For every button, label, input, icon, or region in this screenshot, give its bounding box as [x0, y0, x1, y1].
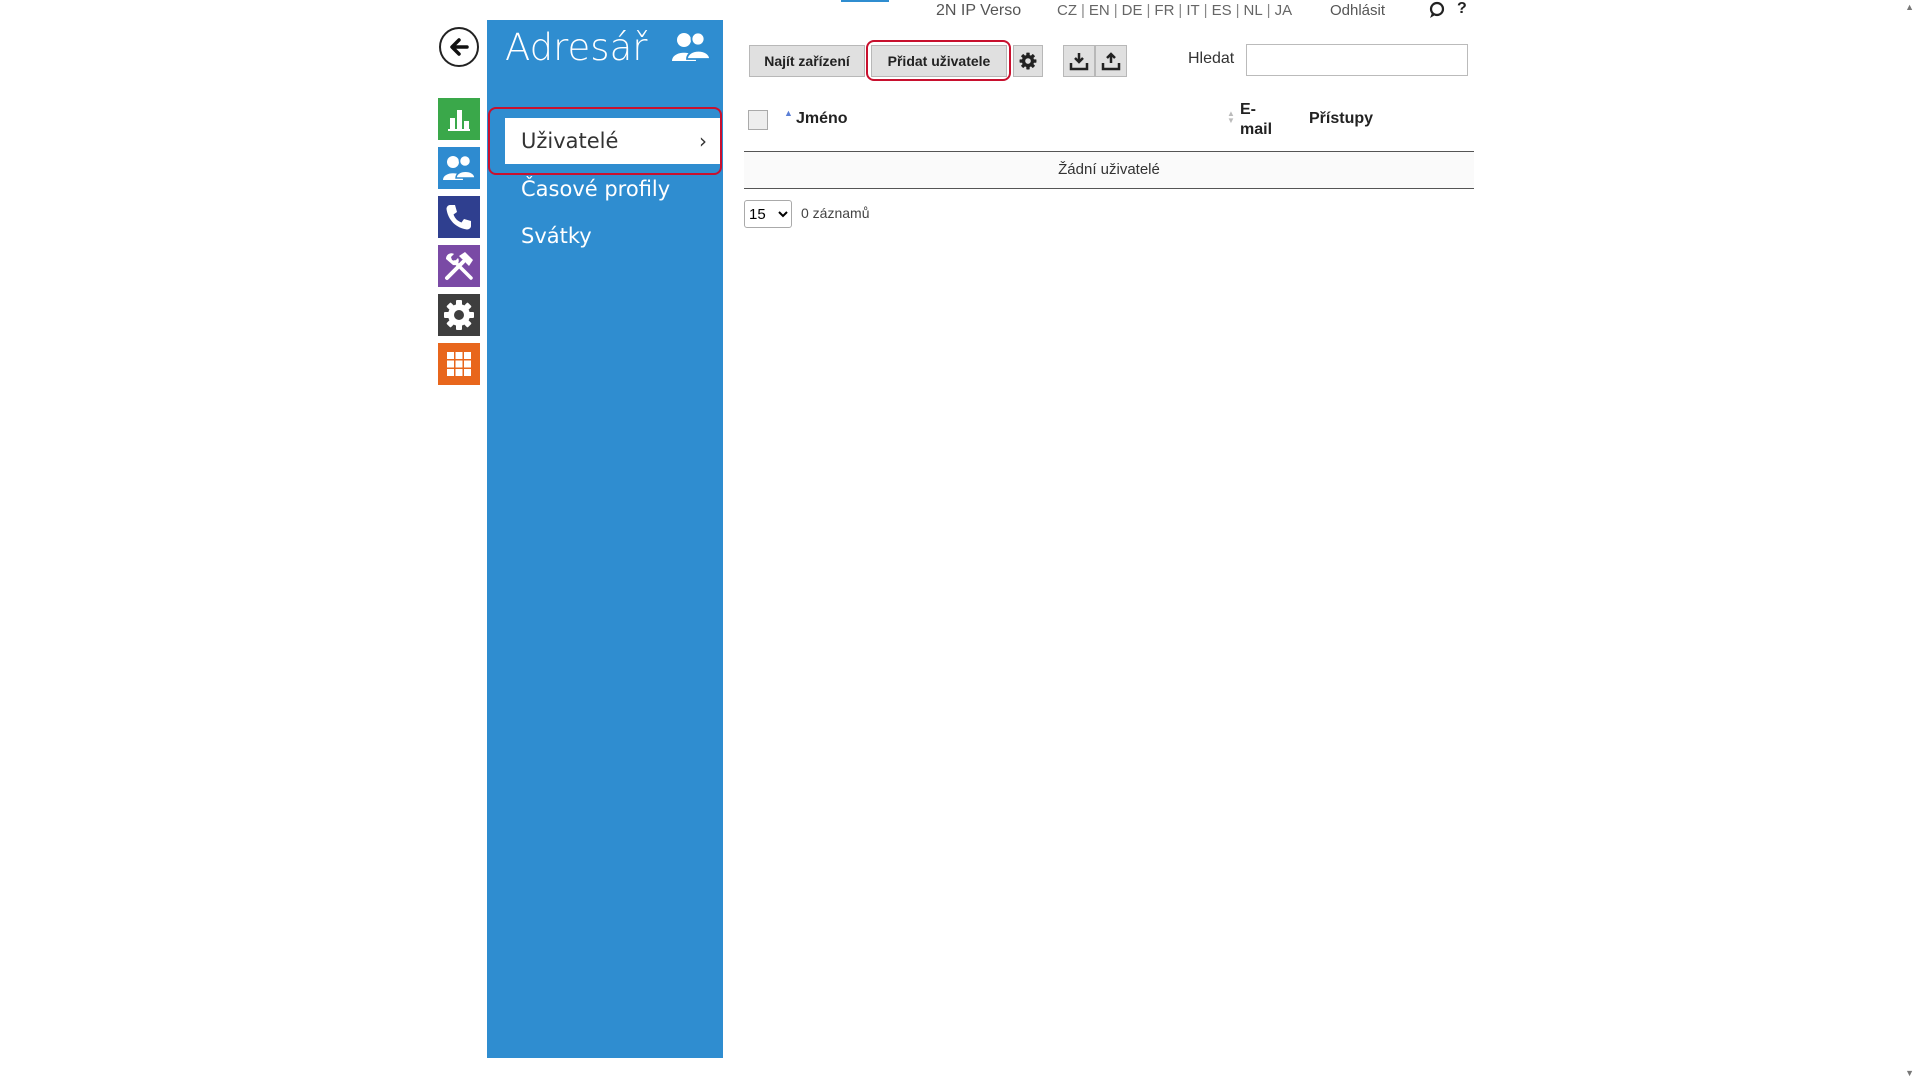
gear-icon [444, 300, 474, 330]
rail-directory-tile[interactable] [438, 147, 480, 189]
lang-separator: | [1113, 2, 1118, 19]
lang-separator: | [1266, 2, 1271, 19]
device-name: 2N IP Verso [936, 2, 1022, 19]
lang-fr[interactable]: FR [1154, 2, 1174, 19]
nav-item-time-profiles[interactable]: Časové profily [505, 166, 721, 212]
search-input[interactable] [1246, 44, 1468, 76]
lang-nl[interactable]: NL [1243, 2, 1262, 19]
download-button[interactable] [1063, 45, 1095, 77]
lang-cz[interactable]: CZ [1057, 2, 1077, 19]
chevron-right-icon: › [699, 129, 707, 153]
page-title: Adresář [505, 26, 648, 69]
column-header-email[interactable]: E-mail [1240, 100, 1280, 140]
lang-ja[interactable]: JA [1275, 2, 1293, 19]
page-size-select[interactable]: 15 [744, 200, 792, 228]
scroll-up-arrow[interactable]: ▲ [1905, 2, 1914, 12]
bar-chart-icon [448, 110, 470, 131]
phone-icon [446, 205, 471, 230]
lang-it[interactable]: IT [1186, 2, 1199, 19]
column-header-access: Přístupy [1309, 110, 1374, 127]
directory-nav-panel: Adresář Uživatelé › Časové profily Svátk… [487, 20, 723, 1058]
column-header-name[interactable]: Jméno [796, 110, 848, 128]
lang-es[interactable]: ES [1212, 2, 1232, 19]
language-switcher: CZ | EN | DE | FR | IT | ES | NL | JA [1057, 2, 1292, 19]
nav-item-holidays[interactable]: Svátky [505, 213, 721, 259]
sort-neutral-icon: ▲ ▼ [1227, 109, 1235, 125]
gear-icon [1019, 52, 1037, 70]
empty-table-message: Žádní uživatelé [744, 152, 1474, 189]
sort-ascending-icon: ▲ [784, 108, 793, 118]
upload-button[interactable] [1095, 45, 1127, 77]
lang-en[interactable]: EN [1089, 2, 1110, 19]
lang-separator: | [1081, 2, 1085, 19]
arrow-left-icon [450, 38, 469, 56]
logout-link[interactable]: Odhlásit [1330, 2, 1385, 19]
download-icon [1069, 53, 1089, 71]
users-icon [672, 31, 711, 61]
rail-status-tile[interactable] [438, 98, 480, 140]
lang-de[interactable]: DE [1122, 2, 1143, 19]
users-table-header: ▲ Jméno ▲ ▼ E-mail Přístupy [744, 96, 1474, 152]
select-all-checkbox[interactable] [748, 110, 768, 130]
lang-separator: | [1235, 2, 1240, 19]
back-button[interactable] [439, 27, 479, 67]
nav-item-label: Časové profily [521, 177, 671, 201]
table-settings-button[interactable] [1013, 45, 1043, 77]
nav-item-label: Svátky [521, 224, 592, 248]
rail-services-tile[interactable] [438, 196, 480, 238]
help-icon[interactable]: ? [1457, 0, 1467, 18]
lang-separator: | [1146, 2, 1151, 19]
rail-hardware-tile[interactable] [438, 245, 480, 287]
upload-icon [1101, 52, 1121, 71]
chat-bubble-icon[interactable] [1428, 1, 1446, 19]
top-bar: 2N IP Verso CZ | EN | DE | FR | IT | ES | NL | JA Odhl… [0, 0, 1920, 24]
lang-separator: | [1203, 2, 1208, 19]
grid-icon [447, 352, 471, 376]
search-label: Hledat [1188, 50, 1235, 67]
users-icon [443, 154, 476, 180]
add-user-button[interactable]: Přidat uživatele [871, 45, 1007, 77]
lang-separator: | [1178, 2, 1183, 19]
rail-apps-tile[interactable] [438, 343, 480, 385]
find-devices-button[interactable]: Najít zařízení [749, 45, 865, 77]
nav-item-users[interactable]: Uživatelé › [505, 118, 721, 164]
rail-system-tile[interactable] [438, 294, 480, 336]
scroll-down-arrow[interactable]: ▼ [1905, 1068, 1914, 1078]
top-accent-line [841, 0, 889, 2]
nav-item-label: Uživatelé [521, 129, 619, 153]
tools-icon [445, 252, 473, 280]
records-count: 0 záznamů [801, 205, 870, 221]
